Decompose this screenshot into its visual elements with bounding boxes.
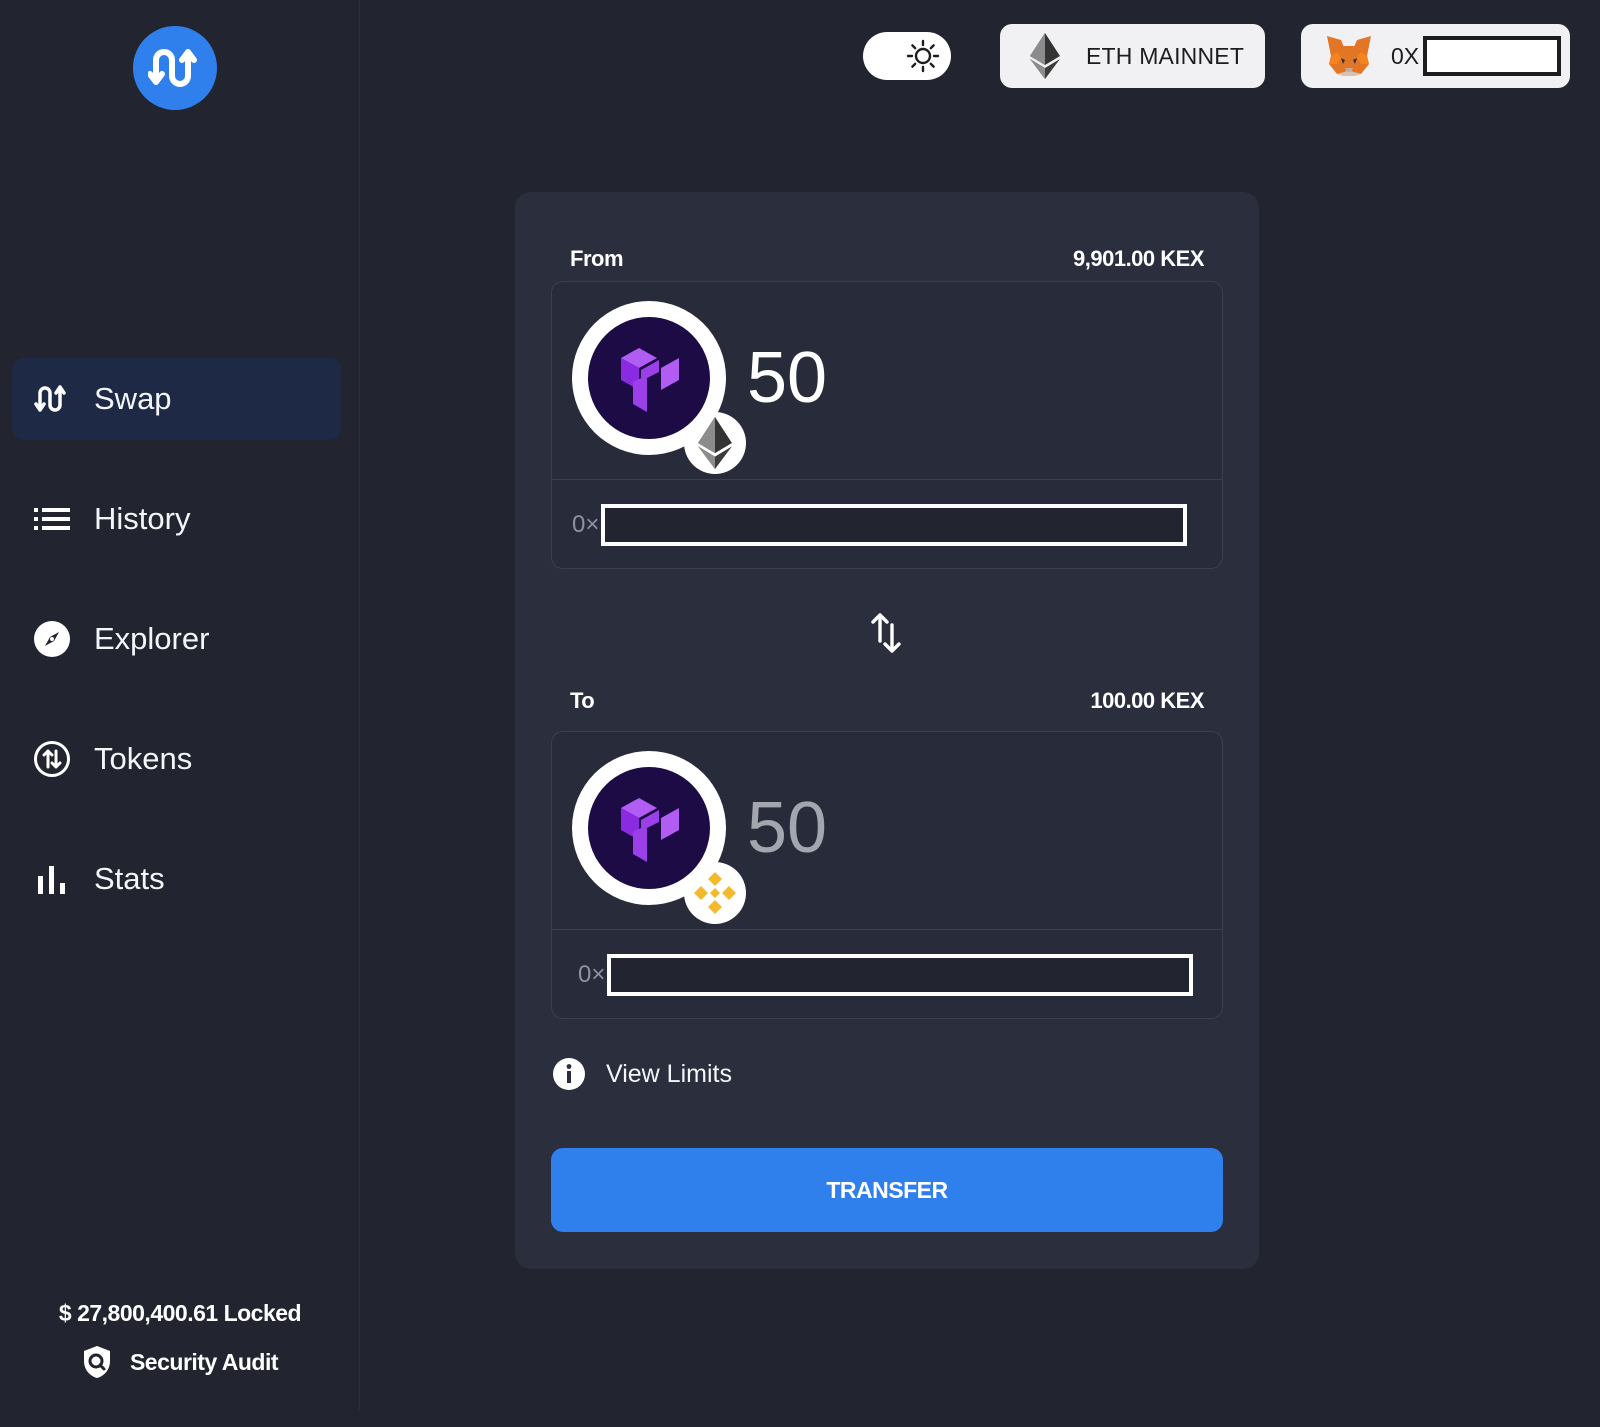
view-limits-label: View Limits <box>606 1059 732 1088</box>
metamask-fox-icon <box>1325 34 1373 78</box>
binance-chain-badge-icon <box>684 862 746 924</box>
sidebar-item-label: Tokens <box>94 741 193 776</box>
to-label: To <box>570 688 595 713</box>
from-balance: 9,901.00 KEX <box>1073 246 1204 271</box>
sidebar-item-label: Stats <box>94 861 165 896</box>
to-address-input[interactable] <box>607 954 1194 996</box>
list-icon <box>32 499 72 539</box>
sidebar-item-label: History <box>94 501 191 536</box>
from-address-row: 0× <box>572 504 1188 546</box>
from-header: From 9,901.00 KEX <box>570 246 1204 272</box>
info-icon <box>553 1058 585 1090</box>
to-amount-output: 50 <box>747 788 828 868</box>
sidebar-footer: $ 27,800,400.61 Locked Security Audit <box>0 1300 360 1379</box>
from-address-prefix: 0× <box>572 511 600 538</box>
from-address-input[interactable] <box>601 504 1188 546</box>
to-address-row: 0× <box>578 954 1194 996</box>
sidebar: Swap History Explorer Tokens Stats $ 27,… <box>0 0 360 1410</box>
wallet-address-prefix: 0X <box>1391 42 1420 69</box>
locked-value: $ 27,800,400.61 Locked <box>58 1300 302 1326</box>
to-token-selector[interactable] <box>572 751 746 924</box>
sidebar-item-swap[interactable]: Swap <box>12 358 341 440</box>
from-token-box: 50 0× <box>551 281 1223 569</box>
view-limits-link[interactable]: View Limits <box>553 1058 732 1090</box>
swap-card: From 9,901.00 KEX 50 0× To 100.00 KEX 50… <box>515 192 1259 1269</box>
to-balance: 100.00 KEX <box>1090 688 1204 713</box>
sidebar-item-history[interactable]: History <box>12 478 341 560</box>
transfer-button[interactable]: TRANSFER <box>551 1148 1223 1232</box>
to-token-box: 50 0× <box>551 731 1223 1019</box>
network-label: ETH MAINNET <box>1086 42 1245 69</box>
from-label: From <box>570 246 624 271</box>
sidebar-item-label: Swap <box>94 381 172 416</box>
shield-icon <box>82 1345 112 1379</box>
from-token-selector[interactable] <box>572 301 746 474</box>
to-address-prefix: 0× <box>578 961 606 988</box>
security-audit-link[interactable]: Security Audit <box>0 1345 360 1379</box>
swap-direction-button[interactable] <box>866 610 906 656</box>
sun-icon <box>903 36 943 76</box>
app-logo[interactable] <box>133 26 217 110</box>
bar-chart-icon <box>32 859 72 899</box>
swap-logo-icon <box>148 49 197 87</box>
ethereum-chain-badge-icon <box>684 412 746 474</box>
swap-icon <box>32 379 72 419</box>
sidebar-item-label: Explorer <box>94 621 210 656</box>
to-header: To 100.00 KEX <box>570 688 1204 714</box>
from-amount-input[interactable]: 50 <box>747 337 827 419</box>
token-icon <box>32 739 72 779</box>
wallet-button[interactable]: 0X <box>1301 24 1570 88</box>
sidebar-item-explorer[interactable]: Explorer <box>12 598 341 680</box>
sidebar-item-stats[interactable]: Stats <box>12 838 341 920</box>
swap-arrows-icon <box>871 613 901 653</box>
sidebar-item-tokens[interactable]: Tokens <box>12 718 341 800</box>
compass-icon <box>32 619 72 659</box>
ethereum-icon <box>1030 33 1060 79</box>
security-audit-label: Security Audit <box>129 1348 279 1375</box>
network-selector-button[interactable]: ETH MAINNET <box>1000 24 1265 88</box>
wallet-address-redacted <box>1423 36 1562 76</box>
theme-toggle[interactable] <box>863 32 951 80</box>
